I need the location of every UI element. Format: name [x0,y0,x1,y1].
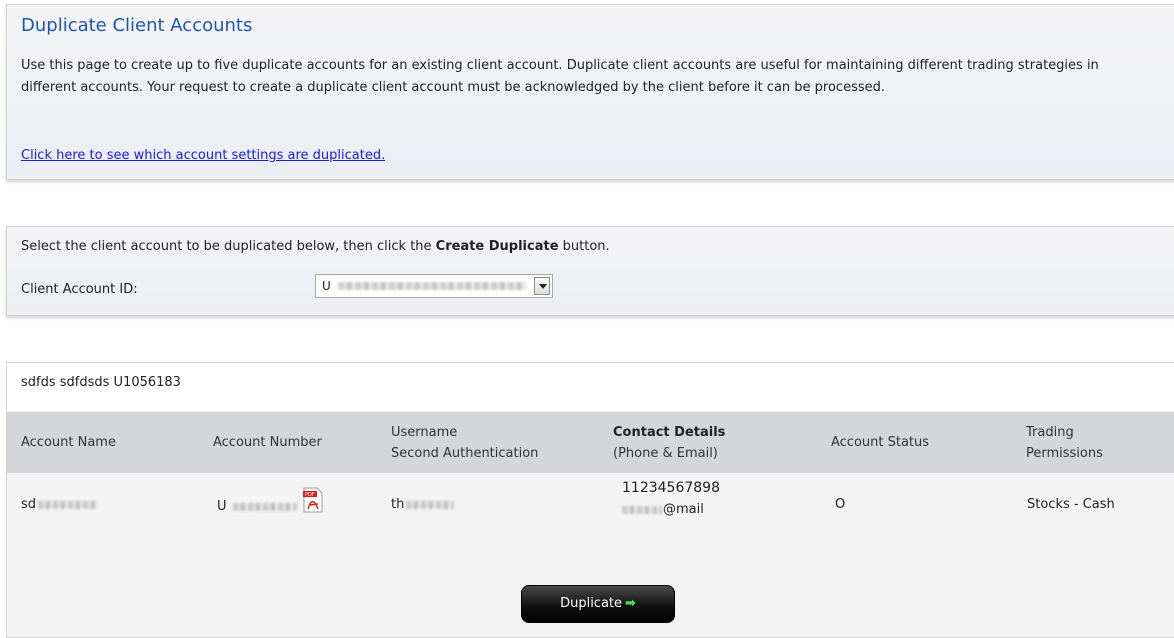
duplicated-settings-link[interactable]: Click here to see which account settings… [21,148,385,163]
col-trading-permissions: Trading Permissions [1026,422,1103,464]
cell-username: th [391,497,455,512]
pdf-icon[interactable]: PDF [302,487,324,513]
col-account-status: Account Status [831,435,930,450]
col-contact-details: Contact Details (Phone & Email) [613,422,725,464]
instruction-suffix-text: button. [558,239,610,254]
account-header: sdfds sdfdsds U1056183 [7,363,1174,411]
page-title: Duplicate Client Accounts [21,15,253,36]
account-select-panel: Select the client account to be duplicat… [6,226,1174,316]
account-header-text: sdfds sdfdsds U1056183 [21,375,181,390]
redacted-value [338,282,526,290]
redacted-value [406,500,455,509]
username-text: th [391,497,405,512]
col-account-number: Account Number [213,435,322,450]
cell-account-status: O [835,497,846,512]
select-value: U [322,279,331,293]
client-account-id-label: Client Account ID: [21,282,138,297]
redacted-value [38,500,99,509]
cell-trading-permissions: Stocks - Cash [1027,497,1115,512]
email-value: @mail [622,499,720,521]
col-username-label: Username [391,425,458,440]
arrow-right-icon: ➡ [625,596,636,611]
col-username: Username Second Authentication [391,422,538,464]
table-header: Account Name Account Number Username Sec… [7,412,1174,473]
cell-account-name: sd [21,497,99,512]
col-second-auth-label: Second Authentication [391,446,539,461]
account-name-text: sd [21,497,37,512]
col-contact-label: Contact Details [613,425,726,440]
duplicate-button[interactable]: Duplicate ➡ [521,585,675,623]
chevron-down-icon[interactable] [534,277,550,295]
phone-text: 11234567898 [622,480,720,496]
intro-description: Use this page to create up to five dupli… [21,58,1099,95]
select-instruction: Select the client account to be duplicat… [21,239,610,254]
cell-account-number[interactable]: U [217,499,297,514]
col-contact-sub-label: (Phone & Email) [613,446,718,461]
col-account-name: Account Name [21,435,116,450]
col-trading-label: Trading [1026,425,1074,440]
redacted-value [622,505,662,514]
table-row: sd U PDF th 11234567898 @mail O Stocks -… [7,473,1174,543]
account-details-panel: sdfds sdfdsds U1056183 Account Name Acco… [6,362,1174,638]
cell-contact-details: 11234567898 @mail [622,477,720,521]
instruction-text: Select the client account to be duplicat… [21,239,436,254]
client-account-id-select[interactable]: U [315,274,553,298]
col-permissions-label: Permissions [1026,446,1103,461]
intro-panel: Duplicate Client Accounts Use this page … [6,4,1174,180]
redacted-value [232,502,297,511]
duplicate-button-label: Duplicate [560,596,623,611]
email-text: @mail [663,502,704,517]
account-number-text: U [217,499,227,514]
instruction-bold-text: Create Duplicate [435,239,559,254]
svg-text:PDF: PDF [305,492,315,498]
